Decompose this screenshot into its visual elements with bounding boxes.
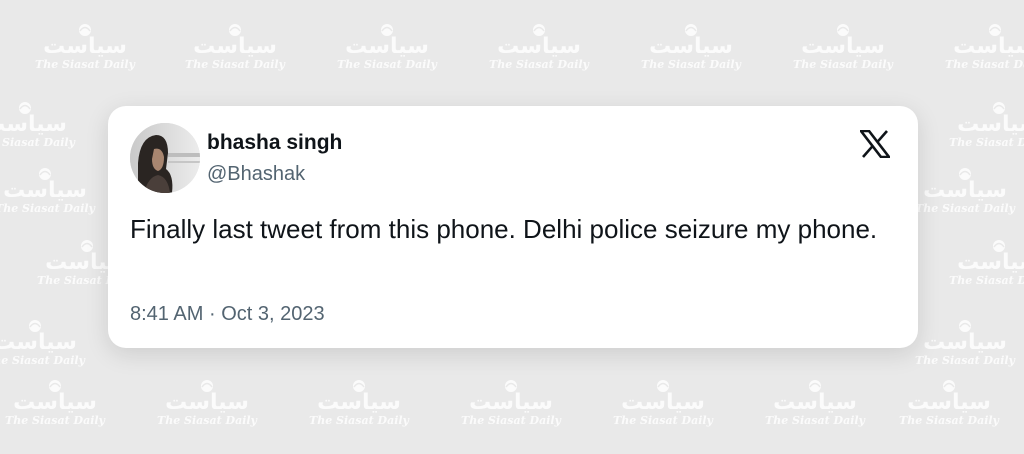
watermark-arabic-text: سیاست [0,112,67,137]
watermark-tile: سیاست The Siasat Daily [0,378,130,427]
watermark-arabic-text: سیاست [193,34,277,59]
author-handle[interactable]: @Bhashak [207,163,305,186]
watermark-latin-text: The Siasat Daily [765,414,865,427]
watermark-arabic-text: سیاست [317,390,401,415]
watermark-latin-text: The Siasat Daily [0,354,85,367]
meta-separator: · [208,303,216,325]
watermark-tile: سیاست The Siasat Daily [0,166,120,215]
watermark-arabic-text: سیاست [953,34,1024,59]
watermark-arabic-text: سیاست [43,34,127,59]
watermark-latin-text: The Siasat Daily [0,136,75,149]
watermark-arabic-text: سیاست [801,34,885,59]
watermark-tile: سیاست The Siasat Daily [874,378,1024,427]
watermark-latin-text: The Siasat Daily [461,414,561,427]
watermark-tile: سیاست The Siasat Daily [924,100,1024,149]
watermark-latin-text: The Siasat Daily [613,414,713,427]
watermark-tile: سیاست The Siasat Daily [464,22,614,71]
watermark-latin-text: The Siasat Daily [185,58,285,71]
watermark-tile: سیاست The Siasat Daily [284,378,434,427]
tweet-card[interactable]: bhasha singh @Bhashak Finally last tweet… [108,106,918,348]
watermark-arabic-text: سیاست [649,34,733,59]
watermark-tile: سیاست The Siasat Daily [312,22,462,71]
watermark-tile: سیاست The Siasat Daily [0,318,110,367]
watermark-arabic-text: سیاست [0,330,77,355]
watermark-latin-text: The Siasat Daily [157,414,257,427]
tweet-date: Oct 3, 2023 [221,303,325,325]
watermark-latin-text: The Siasat Daily [489,58,589,71]
watermark-latin-text: The Siasat Daily [899,414,999,427]
watermark-tile: سیاست The Siasat Daily [768,22,918,71]
watermark-arabic-text: سیاست [621,390,705,415]
watermark-arabic-text: سیاست [957,250,1024,275]
watermark-arabic-text: سیاست [957,112,1024,137]
watermark-latin-text: The Siasat Daily [5,414,105,427]
watermark-tile: سیاست The Siasat Daily [920,22,1024,71]
watermark-arabic-text: سیاست [165,390,249,415]
watermark-arabic-text: سیاست [497,34,581,59]
watermark-arabic-text: سیاست [469,390,553,415]
watermark-latin-text: The Siasat Daily [915,354,1015,367]
watermark-latin-text: The Siasat Daily [949,274,1024,287]
watermark-latin-text: The Siasat Daily [945,58,1024,71]
author-avatar[interactable] [130,123,200,193]
watermark-latin-text: The Siasat Daily [641,58,741,71]
tweet-timestamp[interactable]: 8:41 AM · Oct 3, 2023 [130,303,325,326]
watermark-latin-text: The Siasat Daily [309,414,409,427]
watermark-tile: سیاست The Siasat Daily [740,378,890,427]
watermark-tile: سیاست The Siasat Daily [0,100,100,149]
watermark-tile: سیاست The Siasat Daily [616,22,766,71]
tweet-text: Finally last tweet from this phone. Delh… [130,214,878,244]
watermark-tile: سیاست The Siasat Daily [10,22,160,71]
watermark-arabic-text: سیاست [345,34,429,59]
x-logo-icon[interactable] [860,130,890,158]
author-name[interactable]: bhasha singh [207,131,342,155]
watermark-latin-text: The Siasat Daily [793,58,893,71]
watermark-tile: سیاست The Siasat Daily [924,238,1024,287]
profile-photo-icon [130,123,200,193]
watermark-latin-text: The Siasat Daily [35,58,135,71]
tweet-time: 8:41 AM [130,303,204,325]
watermark-tile: سیاست The Siasat Daily [436,378,586,427]
watermark-tile: سیاست The Siasat Daily [132,378,282,427]
watermark-arabic-text: سیاست [773,390,857,415]
watermark-latin-text: The Siasat Daily [0,202,95,215]
watermark-tile: سیاست The Siasat Daily [160,22,310,71]
watermark-arabic-text: سیاست [3,178,87,203]
watermark-latin-text: The Siasat Daily [949,136,1024,149]
watermark-arabic-text: سیاست [13,390,97,415]
watermark-latin-text: The Siasat Daily [337,58,437,71]
watermark-arabic-text: سیاست [907,390,991,415]
watermark-tile: سیاست The Siasat Daily [588,378,738,427]
